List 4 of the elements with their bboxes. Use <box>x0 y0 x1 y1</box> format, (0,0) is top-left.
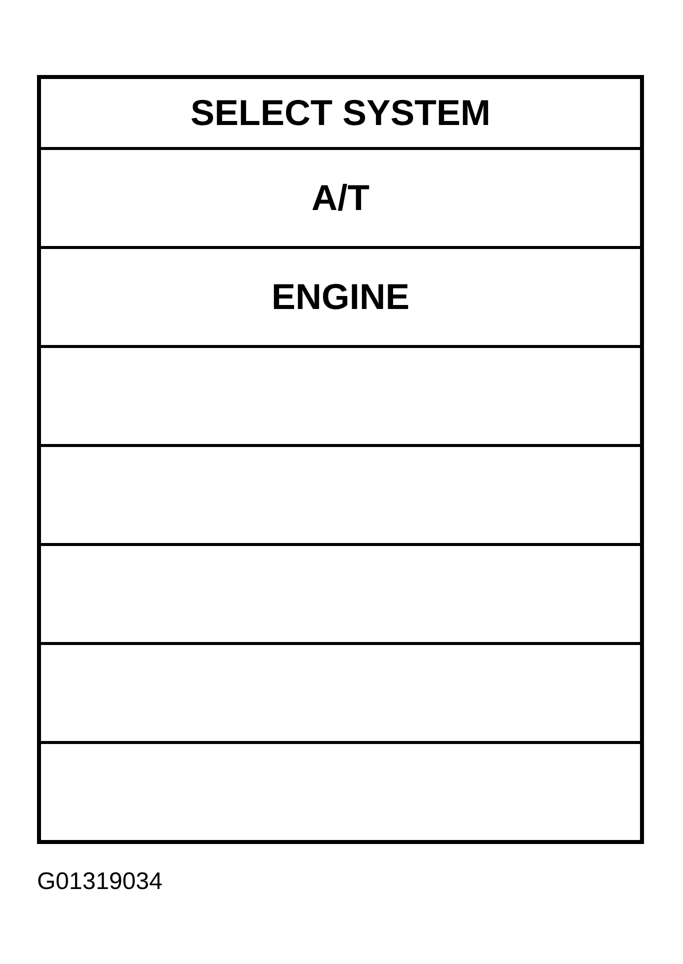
menu-item[interactable]: ENGINE <box>41 246 640 345</box>
menu-title: SELECT SYSTEM <box>190 95 491 131</box>
figure-id: G01319034 <box>37 868 162 895</box>
menu-item[interactable]: A/T <box>41 147 640 246</box>
